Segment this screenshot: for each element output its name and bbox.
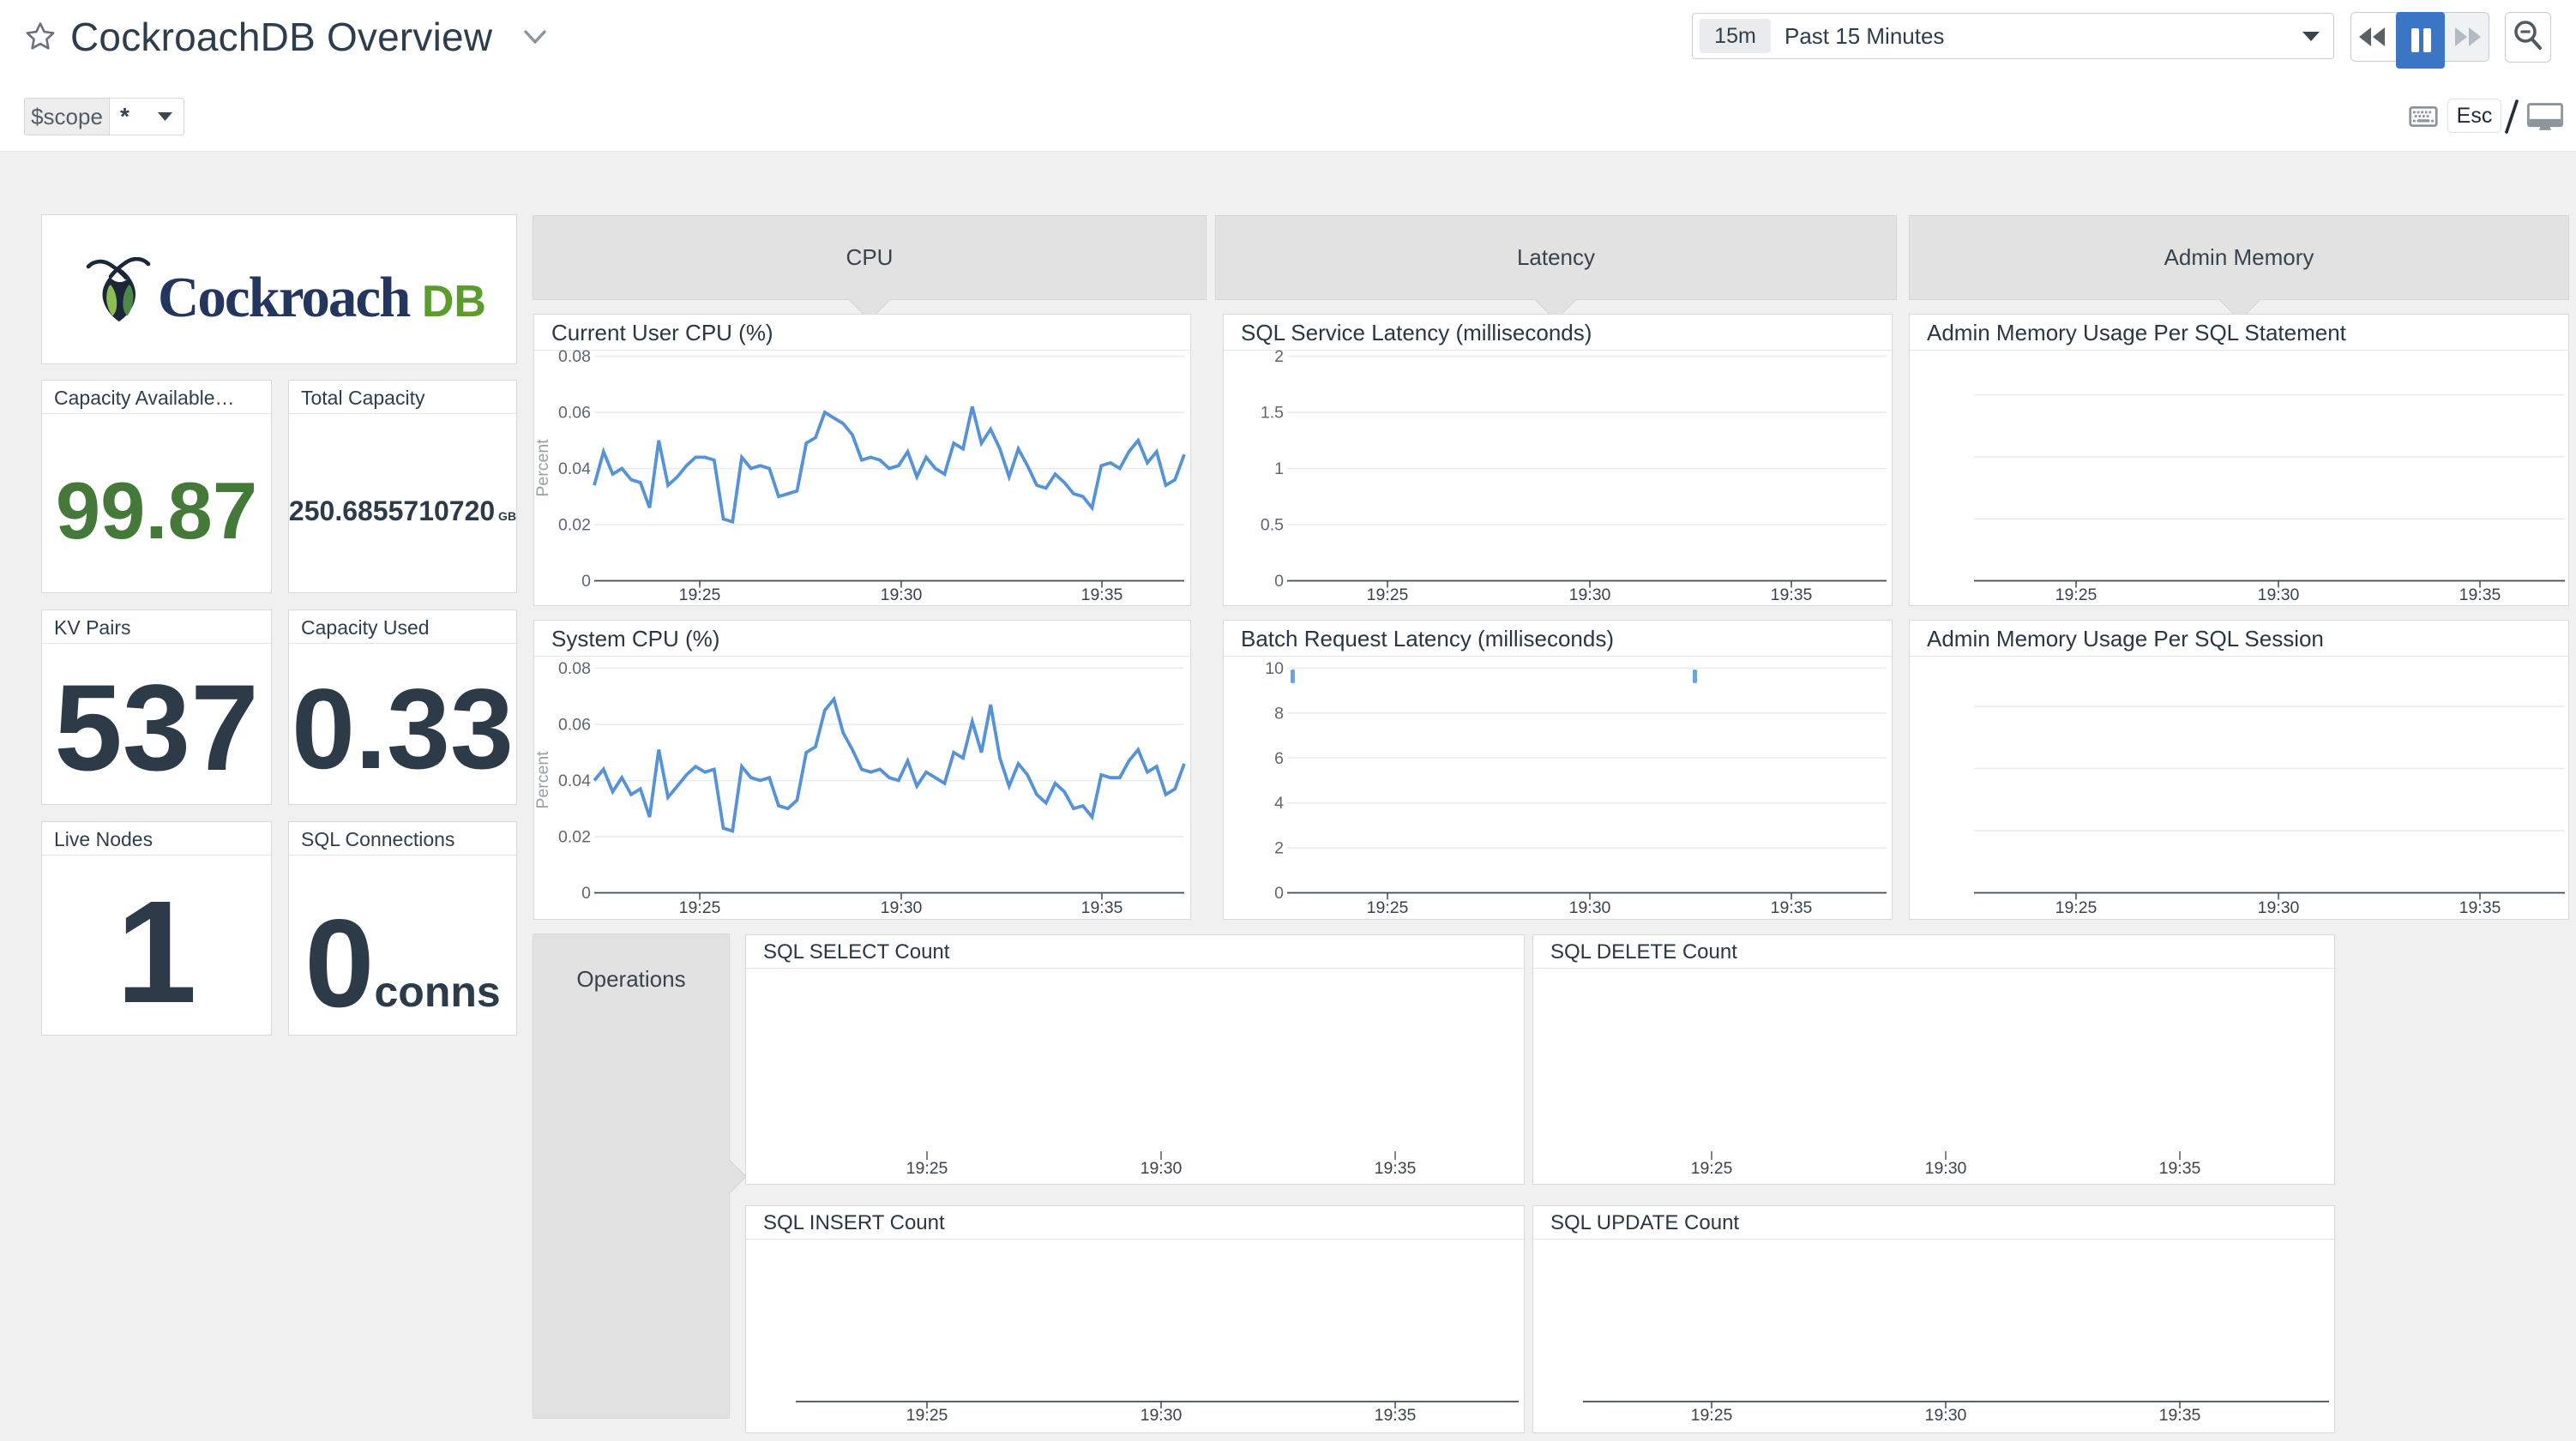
svg-text:19:30: 19:30 bbox=[881, 898, 923, 917]
svg-text:19:30: 19:30 bbox=[1569, 585, 1611, 604]
svg-text:19:30: 19:30 bbox=[2258, 585, 2300, 604]
svg-text:0.08: 0.08 bbox=[558, 347, 591, 366]
svg-text:19:30: 19:30 bbox=[1925, 1159, 1967, 1178]
svg-text:19:25: 19:25 bbox=[679, 898, 721, 917]
svg-text:19:35: 19:35 bbox=[1771, 585, 1813, 604]
svg-text:8: 8 bbox=[1274, 704, 1284, 723]
svg-text:0.06: 0.06 bbox=[558, 716, 591, 735]
svg-text:19:35: 19:35 bbox=[1375, 1406, 1417, 1425]
svg-text:19:25: 19:25 bbox=[1691, 1159, 1733, 1178]
svg-text:19:25: 19:25 bbox=[1691, 1406, 1733, 1425]
svg-text:0.02: 0.02 bbox=[558, 828, 591, 847]
svg-text:0.02: 0.02 bbox=[558, 516, 591, 535]
svg-text:19:35: 19:35 bbox=[2159, 1159, 2201, 1178]
svg-text:19:35: 19:35 bbox=[1081, 898, 1123, 917]
svg-text:0.04: 0.04 bbox=[558, 459, 591, 478]
svg-text:19:25: 19:25 bbox=[906, 1406, 948, 1425]
svg-text:1.5: 1.5 bbox=[1261, 404, 1284, 423]
svg-text:19:35: 19:35 bbox=[1081, 585, 1123, 604]
svg-text:Percent: Percent bbox=[533, 439, 552, 497]
svg-text:0: 0 bbox=[581, 572, 591, 591]
svg-text:Percent: Percent bbox=[533, 751, 552, 809]
svg-text:19:35: 19:35 bbox=[1771, 898, 1813, 917]
svg-text:4: 4 bbox=[1274, 794, 1284, 813]
svg-text:0: 0 bbox=[1274, 572, 1284, 591]
svg-text:19:25: 19:25 bbox=[679, 585, 721, 604]
svg-text:19:25: 19:25 bbox=[1367, 898, 1409, 917]
svg-text:2: 2 bbox=[1274, 347, 1284, 366]
svg-text:6: 6 bbox=[1274, 749, 1284, 768]
svg-text:19:35: 19:35 bbox=[2459, 898, 2501, 917]
svg-text:0.5: 0.5 bbox=[1261, 516, 1284, 535]
svg-text:19:25: 19:25 bbox=[1367, 585, 1409, 604]
svg-text:19:25: 19:25 bbox=[2055, 898, 2098, 917]
svg-text:0.06: 0.06 bbox=[558, 404, 591, 423]
svg-text:1: 1 bbox=[1274, 459, 1284, 478]
svg-text:19:30: 19:30 bbox=[881, 585, 923, 604]
svg-text:19:35: 19:35 bbox=[1375, 1159, 1417, 1178]
svg-text:19:35: 19:35 bbox=[2459, 585, 2501, 604]
svg-text:2: 2 bbox=[1274, 839, 1284, 858]
svg-text:19:30: 19:30 bbox=[1925, 1406, 1967, 1425]
svg-text:0.08: 0.08 bbox=[558, 659, 591, 678]
svg-text:19:25: 19:25 bbox=[906, 1159, 948, 1178]
svg-text:10: 10 bbox=[1265, 659, 1284, 678]
svg-text:19:35: 19:35 bbox=[2159, 1406, 2201, 1425]
svg-text:19:30: 19:30 bbox=[1569, 898, 1611, 917]
svg-text:19:30: 19:30 bbox=[1141, 1159, 1183, 1178]
svg-text:19:30: 19:30 bbox=[1141, 1406, 1183, 1425]
svg-text:0: 0 bbox=[1274, 884, 1284, 903]
svg-text:19:30: 19:30 bbox=[2258, 898, 2300, 917]
svg-text:0: 0 bbox=[581, 884, 591, 903]
svg-text:19:25: 19:25 bbox=[2055, 585, 2098, 604]
svg-text:0.04: 0.04 bbox=[558, 772, 591, 790]
